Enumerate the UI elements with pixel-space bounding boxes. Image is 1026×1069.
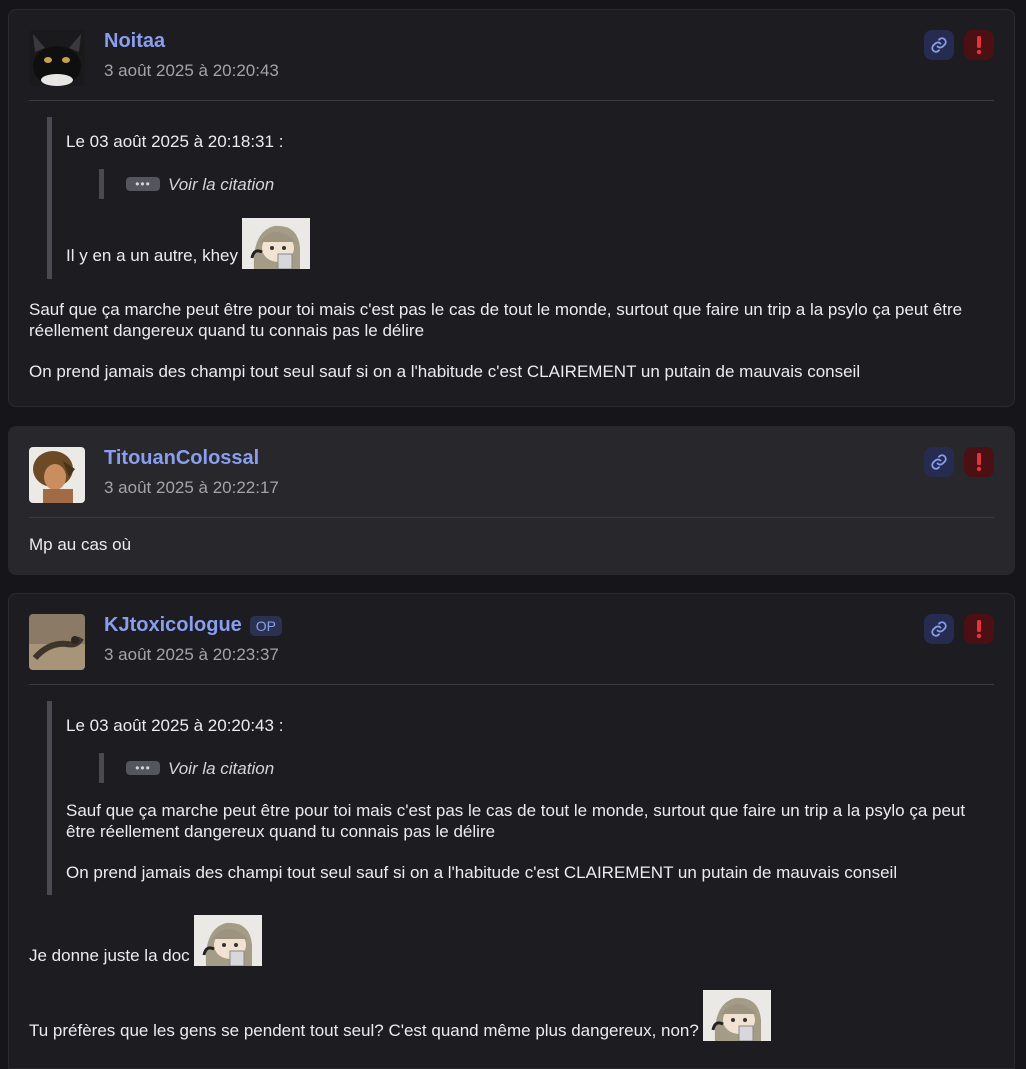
sticker-image [193,915,262,967]
permalink-button[interactable] [924,447,954,477]
quote-header: Le 03 août 2025 à 20:20:43 : [66,716,284,735]
blockquote: Le 03 août 2025 à 20:18:31 : ••• Voir la… [47,117,994,279]
post-body: Le 03 août 2025 à 20:20:43 : ••• Voir la… [29,701,994,1042]
report-button[interactable] [964,447,994,477]
ellipsis-icon[interactable]: ••• [126,761,160,775]
ellipsis-icon[interactable]: ••• [126,177,160,191]
quote-paragraph: Sauf que ça marche peut être pour toi ma… [66,801,966,841]
post-line: Tu préfères que les gens se pendent tout… [29,990,994,1042]
post-header: Noitaa 3 août 2025 à 20:20:43 [29,10,994,100]
permalink-button[interactable] [924,614,954,644]
post-paragraph: Je donne juste la doc [29,946,190,965]
nested-quote-collapsed[interactable]: ••• Voir la citation [99,169,994,199]
post-header: TitouanColossal 3 août 2025 à 20:22:17 [29,427,994,517]
post-noitaa: Noitaa 3 août 2025 à 20:20:43 Le 03 août… [8,9,1015,407]
post-date[interactable]: 3 août 2025 à 20:23:37 [104,645,279,665]
divider [29,517,994,518]
author-name[interactable]: KJtoxicologue OP [104,614,283,637]
avatar[interactable] [29,30,85,86]
post-paragraph: Mp au cas où [29,535,132,554]
link-icon [931,37,947,53]
see-quote-link[interactable]: Voir la citation [168,758,274,779]
link-icon [931,454,947,470]
avatar[interactable] [29,447,85,503]
post-header: KJtoxicologue OP 3 août 2025 à 20:23:37 [29,594,994,684]
sticker-image [702,990,771,1042]
post-actions [924,447,994,477]
quote-text: Il y en a un autre, khey [66,246,238,265]
post-body: Le 03 août 2025 à 20:18:31 : ••• Voir la… [29,117,994,382]
link-icon [931,621,947,637]
post-actions [924,614,994,644]
post-paragraph: Sauf que ça marche peut être pour toi ma… [29,300,963,340]
post-paragraph: Tu préfères que les gens se pendent tout… [29,1021,699,1040]
quote-header: Le 03 août 2025 à 20:18:31 : [66,132,284,151]
report-button[interactable] [964,30,994,60]
divider [29,100,994,101]
op-badge: OP [249,615,283,636]
post-date[interactable]: 3 août 2025 à 20:22:17 [104,478,279,498]
report-button[interactable] [964,614,994,644]
permalink-button[interactable] [924,30,954,60]
quote-paragraph: On prend jamais des champi tout seul sau… [66,863,898,882]
nested-quote-collapsed[interactable]: ••• Voir la citation [99,753,994,783]
author-name[interactable]: TitouanColossal [104,447,259,470]
post-titouancolossal: TitouanColossal 3 août 2025 à 20:22:17 M… [8,426,1015,575]
post-actions [924,30,994,60]
post-kjtoxicologue: KJtoxicologue OP 3 août 2025 à 20:23:37 … [8,593,1015,1069]
blockquote: Le 03 août 2025 à 20:20:43 : ••• Voir la… [47,701,994,895]
post-date[interactable]: 3 août 2025 à 20:20:43 [104,61,279,81]
post-line: Je donne juste la doc [29,915,994,967]
exclamation-icon [976,453,982,472]
exclamation-icon [976,36,982,55]
quote-text-line: Il y en a un autre, khey [66,218,994,270]
avatar[interactable] [29,614,85,670]
exclamation-icon [976,620,982,639]
divider [29,684,994,685]
post-body: Mp au cas où [29,534,994,555]
author-name[interactable]: Noitaa [104,30,165,53]
see-quote-link[interactable]: Voir la citation [168,174,274,195]
post-paragraph: On prend jamais des champi tout seul sau… [29,362,861,381]
sticker-image [242,218,310,270]
